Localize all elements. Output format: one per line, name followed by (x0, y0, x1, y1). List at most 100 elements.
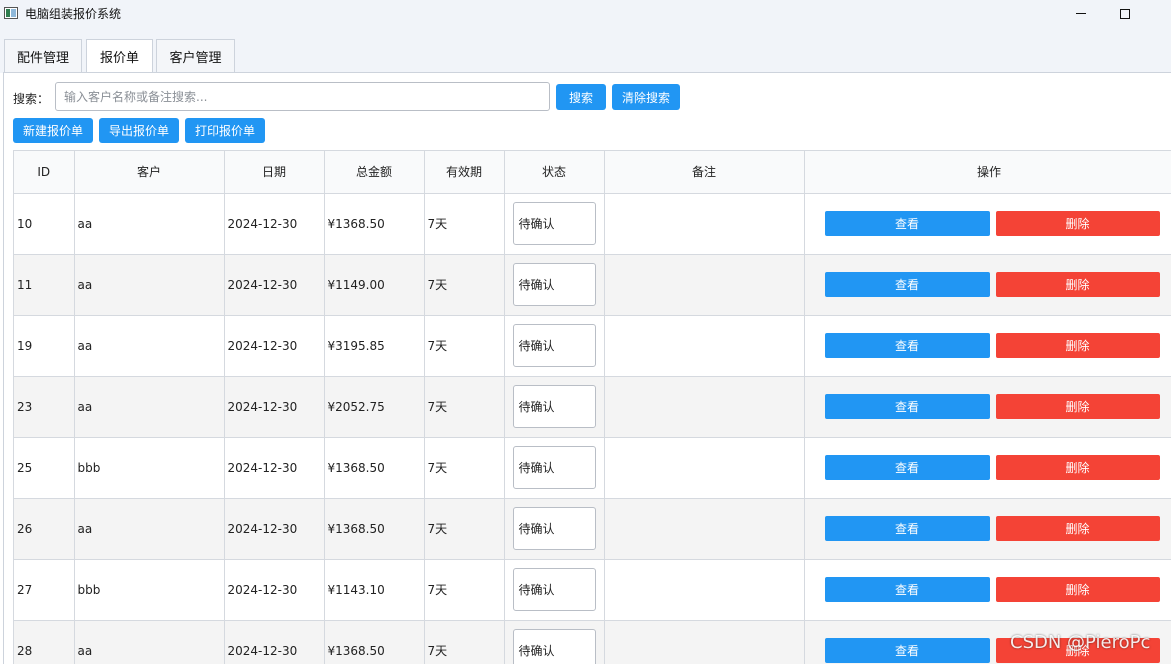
cell-date: 2024-12-30 (224, 620, 325, 664)
status-field[interactable]: 待确认 (512, 568, 596, 611)
table-row: 27 bbb 2024-12-30 ¥1143.10 7天 待确认 查看 删除 (14, 559, 1171, 621)
cell-date: 2024-12-30 (224, 193, 325, 255)
cell-note (604, 193, 805, 255)
view-button[interactable]: 查看 (824, 332, 990, 358)
cell-id: 23 (14, 376, 75, 438)
clear-search-button[interactable]: 清除搜索 (612, 84, 680, 110)
cell-customer: aa (74, 254, 225, 316)
cell-id: 19 (14, 315, 75, 377)
column-header-note[interactable]: 备注 (604, 151, 805, 194)
cell-note (604, 376, 805, 438)
cell-customer: aa (74, 376, 225, 438)
status-field[interactable]: 待确认 (512, 507, 596, 550)
cell-customer: aa (74, 315, 225, 377)
cell-validity: 7天 (424, 376, 505, 438)
cell-validity: 7天 (424, 498, 505, 560)
cell-total: ¥1368.50 (324, 193, 425, 255)
table-row: 25 bbb 2024-12-30 ¥1368.50 7天 待确认 查看 删除 (14, 437, 1171, 499)
column-header-status[interactable]: 状态 (504, 151, 605, 194)
delete-button[interactable]: 删除 (995, 332, 1160, 358)
cell-status: 待确认 (504, 193, 605, 255)
cell-date: 2024-12-30 (224, 498, 325, 560)
cell-date: 2024-12-30 (224, 559, 325, 621)
view-button[interactable]: 查看 (824, 393, 990, 419)
search-input[interactable] (55, 82, 550, 111)
delete-button[interactable]: 删除 (995, 637, 1160, 663)
cell-customer: bbb (74, 437, 225, 499)
app-icon (4, 7, 18, 19)
cell-note (604, 315, 805, 377)
new-quotation-button[interactable]: 新建报价单 (13, 118, 93, 143)
view-button[interactable]: 查看 (824, 637, 990, 663)
cell-actions: 查看 删除 (804, 559, 1171, 621)
cell-note (604, 620, 805, 664)
table-row: 26 aa 2024-12-30 ¥1368.50 7天 待确认 查看 删除 (14, 498, 1171, 560)
view-button[interactable]: 查看 (824, 271, 990, 297)
status-field[interactable]: 待确认 (512, 202, 596, 245)
cell-customer: bbb (74, 559, 225, 621)
cell-validity: 7天 (424, 620, 505, 664)
cell-actions: 查看 删除 (804, 376, 1171, 438)
view-button[interactable]: 查看 (824, 454, 990, 480)
cell-customer: aa (74, 498, 225, 560)
cell-total: ¥1368.50 (324, 620, 425, 664)
cell-status: 待确认 (504, 559, 605, 621)
cell-note (604, 437, 805, 499)
title-bar: 电脑组装报价系统 (0, 0, 1171, 27)
cell-id: 25 (14, 437, 75, 499)
tab-customer-management[interactable]: 客户管理 (156, 39, 235, 72)
delete-button[interactable]: 删除 (995, 393, 1160, 419)
column-header-total[interactable]: 总金额 (324, 151, 425, 194)
table-row: 11 aa 2024-12-30 ¥1149.00 7天 待确认 查看 删除 (14, 254, 1171, 316)
maximize-button[interactable] (1102, 0, 1148, 27)
delete-button[interactable]: 删除 (995, 515, 1160, 541)
view-button[interactable]: 查看 (824, 576, 990, 602)
cell-actions: 查看 删除 (804, 620, 1171, 664)
view-button[interactable]: 查看 (824, 210, 990, 236)
search-button[interactable]: 搜索 (556, 84, 606, 110)
cell-status: 待确认 (504, 498, 605, 560)
delete-button[interactable]: 删除 (995, 271, 1160, 297)
tab-panel-border-left (3, 72, 4, 664)
cell-note (604, 254, 805, 316)
window-title: 电脑组装报价系统 (25, 7, 122, 21)
column-header-customer[interactable]: 客户 (74, 151, 225, 194)
cell-id: 27 (14, 559, 75, 621)
delete-button[interactable]: 删除 (995, 210, 1160, 236)
cell-total: ¥1368.50 (324, 437, 425, 499)
cell-status: 待确认 (504, 437, 605, 499)
column-header-date[interactable]: 日期 (224, 151, 325, 194)
cell-customer: aa (74, 193, 225, 255)
column-header-id[interactable]: ID (14, 151, 75, 194)
cell-status: 待确认 (504, 376, 605, 438)
cell-note (604, 498, 805, 560)
cell-total: ¥2052.75 (324, 376, 425, 438)
table-header-row: ID 客户 日期 总金额 有效期 状态 备注 操作 (14, 151, 1171, 194)
minimize-button[interactable] (1058, 0, 1104, 27)
delete-button[interactable]: 删除 (995, 454, 1160, 480)
print-quotation-button[interactable]: 打印报价单 (185, 118, 265, 143)
cell-actions: 查看 删除 (804, 437, 1171, 499)
quotation-table: ID 客户 日期 总金额 有效期 状态 备注 操作 10 aa 2024-12-… (13, 150, 1171, 664)
cell-status: 待确认 (504, 620, 605, 664)
status-field[interactable]: 待确认 (512, 629, 596, 664)
column-header-validity[interactable]: 有效期 (424, 151, 505, 194)
cell-actions: 查看 删除 (804, 254, 1171, 316)
cell-date: 2024-12-30 (224, 437, 325, 499)
tab-quotations[interactable]: 报价单 (86, 39, 153, 73)
status-field[interactable]: 待确认 (512, 263, 596, 306)
column-header-actions[interactable]: 操作 (804, 151, 1171, 194)
export-quotation-button[interactable]: 导出报价单 (99, 118, 179, 143)
cell-validity: 7天 (424, 254, 505, 316)
status-field[interactable]: 待确认 (512, 446, 596, 489)
cell-id: 26 (14, 498, 75, 560)
status-field[interactable]: 待确认 (512, 324, 596, 367)
delete-button[interactable]: 删除 (995, 576, 1160, 602)
view-button[interactable]: 查看 (824, 515, 990, 541)
status-field[interactable]: 待确认 (512, 385, 596, 428)
tab-parts-management[interactable]: 配件管理 (4, 39, 82, 72)
cell-id: 28 (14, 620, 75, 664)
table-row: 19 aa 2024-12-30 ¥3195.85 7天 待确认 查看 删除 (14, 315, 1171, 377)
search-label: 搜索： (13, 92, 50, 106)
cell-actions: 查看 删除 (804, 498, 1171, 560)
